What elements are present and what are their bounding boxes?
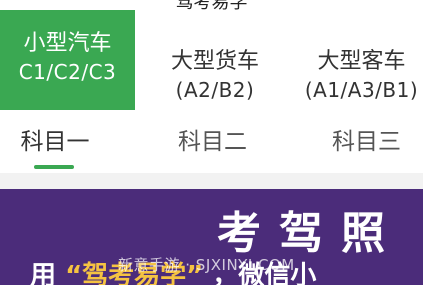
banner-headline: 考驾照 <box>217 208 403 259</box>
tab-label: 科目一 <box>20 129 90 155</box>
app-title: 驾考易学 <box>0 0 423 10</box>
subject-tabs: 科目一 科目二 科目三 <box>0 114 423 172</box>
section-divider <box>0 173 423 189</box>
watermark: 新意手游 · SJXINYI.COM <box>118 256 295 274</box>
tab-label: 科目三 <box>332 129 401 155</box>
tab-subject-2[interactable]: 科目二 <box>150 114 275 172</box>
vehicle-type-tabs: 小型汽车 C1/C2/C3 大型货车 (A2/B2) 大型客车 (A1/A3/B… <box>0 10 423 110</box>
tab-large-truck[interactable]: 大型货车 (A2/B2) <box>150 24 280 110</box>
active-tab-indicator <box>34 165 74 169</box>
tab-label: 小型汽车 <box>23 31 112 56</box>
tab-license: (A1/A3/B1) <box>304 78 419 102</box>
tab-label: 大型货车 <box>170 49 259 74</box>
tab-subject-1[interactable]: 科目一 <box>0 114 110 172</box>
tab-small-car[interactable]: 小型汽车 C1/C2/C3 <box>0 10 135 110</box>
tab-license: C1/C2/C3 <box>18 60 117 84</box>
banner-sub-prefix: 用 <box>30 261 57 285</box>
tab-license: (A2/B2) <box>175 78 255 102</box>
tab-label: 科目二 <box>178 129 247 155</box>
tab-large-bus[interactable]: 大型客车 (A1/A3/B1) <box>300 24 423 110</box>
tab-subject-3[interactable]: 科目三 <box>310 114 423 172</box>
top-header: 驾考易学 <box>0 0 423 10</box>
tab-label: 大型客车 <box>317 49 406 74</box>
